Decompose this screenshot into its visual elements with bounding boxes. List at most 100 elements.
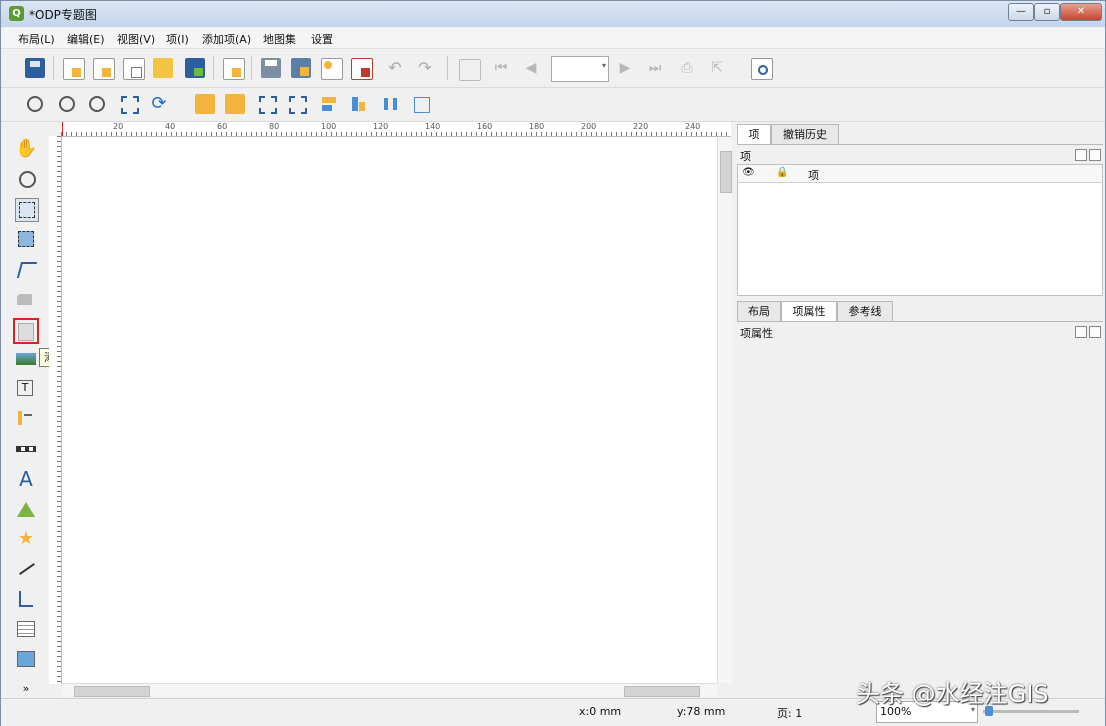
menu-settings[interactable]: 设置 [311, 31, 333, 47]
page-indicator: 页: 1 [777, 707, 803, 720]
qgis-app-icon: Q [9, 6, 24, 21]
horizontal-scrollbar[interactable] [62, 683, 717, 697]
maximize-button[interactable]: ▫ [1034, 3, 1060, 21]
refresh-icon[interactable]: ⟳ [149, 94, 169, 114]
add-legend-icon[interactable] [15, 408, 37, 430]
menu-item[interactable]: 项(I) [166, 31, 189, 47]
tab-undo-history[interactable]: 撤销历史 [771, 124, 839, 144]
add-label-icon[interactable]: T [15, 378, 37, 400]
cursor-y: y:78 mm [677, 705, 726, 718]
export-pdf-icon[interactable] [351, 58, 373, 80]
menu-edit[interactable]: 编辑(E) [67, 31, 105, 47]
vertical-ruler [49, 136, 62, 684]
undo-icon[interactable]: ↶ [385, 59, 405, 79]
atlas-settings-icon[interactable] [751, 58, 773, 80]
ungroup-items-icon[interactable] [287, 94, 307, 114]
zoom-tool-icon[interactable] [15, 168, 37, 190]
zoom-actual-icon[interactable] [87, 94, 107, 114]
page-setup-icon[interactable] [223, 58, 245, 80]
layout-toolbar: ↶ ↷ ⏮ ◀ ▾ ▶ ⏭ ⎙ ⇱ [1, 49, 1105, 88]
new-layout-icon[interactable] [63, 58, 85, 80]
zoom-out-icon[interactable] [57, 94, 77, 114]
zoom-full-icon[interactable] [119, 94, 139, 114]
atlas-export-icon[interactable]: ⇱ [707, 59, 727, 79]
close-panel-icon[interactable] [1089, 326, 1101, 338]
redo-icon[interactable]: ↷ [415, 59, 435, 79]
menu-atlas[interactable]: 地图集 [263, 31, 296, 47]
next-feature-icon[interactable]: ▶ [615, 59, 635, 79]
items-tree[interactable]: 👁 🔒 项 [737, 164, 1103, 296]
right-dock: 项 撤销历史 项 👁 🔒 项 布局 项属性 参考线 项属性 [735, 122, 1105, 697]
ruler-tick: 40 [165, 122, 176, 131]
minimize-button[interactable]: — [1008, 3, 1034, 21]
menu-view[interactable]: 视图(V) [117, 31, 155, 47]
tab-items[interactable]: 项 [737, 124, 771, 144]
menu-add-item[interactable]: 添加项(A) [202, 31, 251, 47]
print-icon[interactable] [261, 58, 281, 78]
chevron-down-icon: ▾ [601, 61, 606, 70]
layout-page[interactable] [62, 137, 717, 683]
add-picture-icon[interactable] [15, 348, 37, 370]
add-marker-icon[interactable]: ★ [15, 528, 37, 550]
add-node-item-icon[interactable] [15, 588, 37, 610]
first-feature-icon[interactable]: ⏮ [491, 59, 511, 79]
watermark-text: 头条 @水经注GIS [856, 680, 1049, 708]
add-polyline-icon[interactable] [15, 558, 37, 580]
tab-item-properties[interactable]: 项属性 [781, 301, 837, 321]
pan-icon[interactable]: ✋ [15, 138, 37, 160]
vertical-scrollbar[interactable] [717, 137, 732, 683]
items-panel: 项 👁 🔒 项 [737, 144, 1103, 296]
resize-icon[interactable] [411, 94, 431, 114]
lower-item-icon[interactable] [225, 94, 245, 114]
more-tools-icon[interactable]: » [15, 678, 37, 700]
ruler-tick: 200 [581, 122, 597, 131]
close-panel-icon[interactable] [1089, 149, 1101, 161]
ruler-cursor-marker [62, 122, 63, 136]
add-scalebar-icon[interactable] [15, 438, 37, 460]
add-attribute-table-icon[interactable] [15, 618, 37, 640]
vertical-scroll-thumb[interactable] [720, 151, 732, 193]
tab-layout[interactable]: 布局 [737, 301, 781, 321]
float-panel-icon[interactable] [1075, 326, 1087, 338]
add-shape-icon[interactable] [15, 288, 37, 310]
ruler-tick: 100 [321, 122, 337, 131]
add-north-arrow-icon[interactable]: A [15, 468, 37, 490]
ruler-tick: 80 [269, 122, 280, 131]
atlas-page-combo[interactable]: ▾ [551, 56, 609, 82]
composer-window: Q *ODP专题图 — ▫ ✕ 布局(L) 编辑(E) 视图(V) 项(I) 添… [0, 0, 1106, 726]
align-bottom-icon[interactable] [349, 94, 369, 114]
add-map-icon[interactable] [13, 318, 39, 344]
move-content-icon[interactable] [15, 228, 37, 250]
zoom-slider[interactable] [983, 706, 1079, 716]
add-html-frame-icon[interactable] [15, 648, 37, 670]
last-feature-icon[interactable]: ⏭ [645, 59, 665, 79]
tab-guides[interactable]: 参考线 [837, 301, 893, 321]
previous-feature-icon[interactable]: ◀ [521, 59, 541, 79]
atlas-print-icon[interactable]: ⎙ [677, 59, 697, 79]
align-left-icon[interactable] [319, 94, 339, 114]
add-polygon-icon[interactable] [15, 498, 37, 520]
close-button[interactable]: ✕ [1060, 3, 1102, 21]
ruler-tick: 60 [217, 122, 228, 131]
group-items-icon[interactable] [257, 94, 277, 114]
save-template-icon[interactable] [185, 58, 205, 78]
layout-manager-icon[interactable] [123, 58, 145, 80]
save-project-icon[interactable] [25, 58, 45, 78]
item-properties-panel: 项属性 [737, 321, 1103, 696]
ruler-tick: 240 [685, 122, 701, 131]
export-image-icon[interactable] [291, 58, 311, 78]
export-svg-icon[interactable] [321, 58, 343, 80]
edit-nodes-icon[interactable] [15, 258, 38, 280]
distribute-icon[interactable] [381, 94, 401, 114]
horizontal-scroll-thumb-right[interactable] [624, 686, 700, 697]
atlas-preview-icon[interactable] [459, 59, 481, 81]
float-panel-icon[interactable] [1075, 149, 1087, 161]
menu-layout[interactable]: 布局(L) [18, 31, 55, 47]
zoom-in-icon[interactable] [25, 94, 45, 114]
duplicate-layout-icon[interactable] [93, 58, 115, 80]
horizontal-scroll-thumb[interactable] [74, 686, 150, 697]
select-move-icon[interactable] [15, 198, 39, 222]
open-template-icon[interactable] [153, 58, 173, 78]
item-column-header: 项 [808, 169, 819, 182]
raise-item-icon[interactable] [195, 94, 215, 114]
